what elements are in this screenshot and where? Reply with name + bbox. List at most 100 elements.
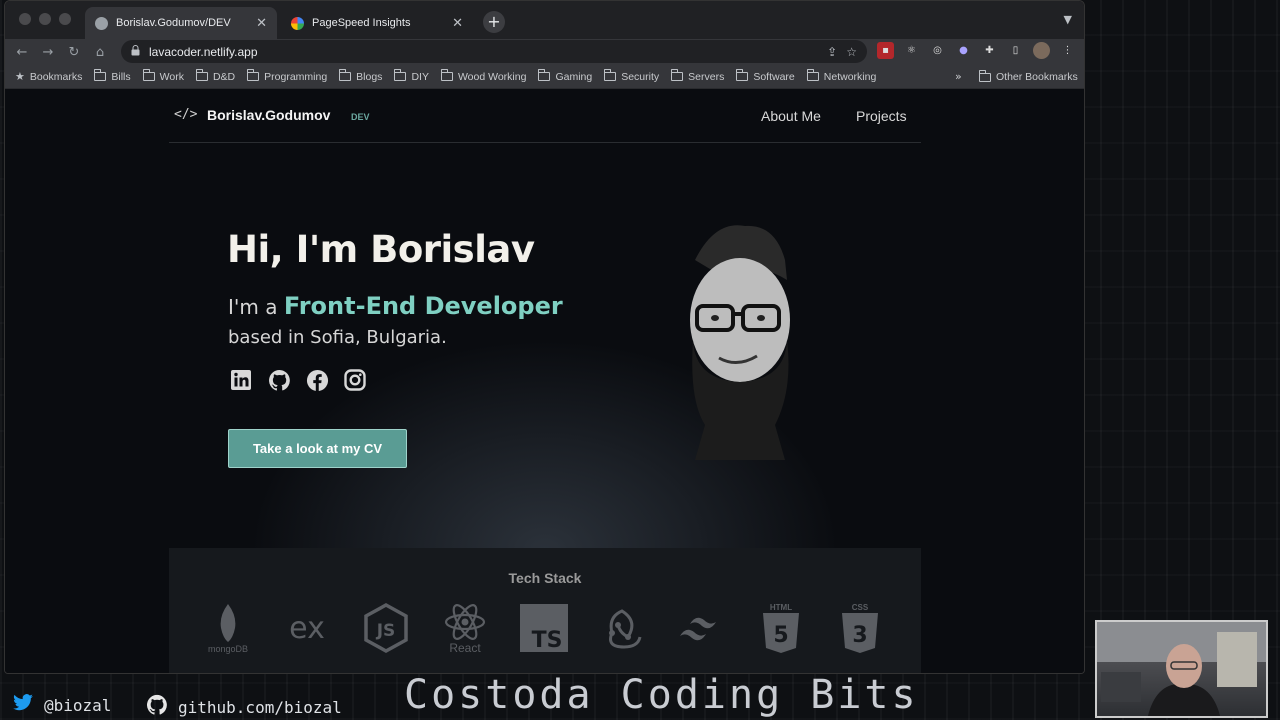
forward-arrow-icon[interactable]: → — [35, 45, 61, 60]
tab-borislav[interactable]: Borislav.Godumov/DEV ✕ — [85, 7, 277, 39]
globe-icon — [95, 16, 108, 30]
folder-icon — [394, 69, 407, 81]
bookmark-folder[interactable]: Security — [604, 69, 659, 83]
star-icon: ★ — [15, 71, 25, 83]
nodejs-icon: JS — [357, 602, 415, 654]
typescript-icon: TS — [515, 602, 573, 654]
folder-icon — [538, 69, 551, 81]
site-header: </> Borislav.Godumov DEV About Me Projec… — [169, 90, 921, 143]
extension-circle-icon[interactable]: ◎ — [929, 42, 946, 59]
svg-text:TS: TS — [532, 628, 563, 653]
folder-icon — [339, 69, 352, 81]
folder-icon — [604, 69, 617, 81]
hero-role: Front-End Developer — [283, 292, 563, 320]
bookmarks-bar: ★ Bookmarks Bills Work D&D Programming B… — [5, 65, 1084, 89]
bookmark-folder[interactable]: D&D — [195, 69, 235, 83]
redux-icon — [594, 602, 652, 654]
close-icon[interactable]: ✕ — [452, 16, 463, 31]
puzzle-icon[interactable]: ✚ — [981, 42, 998, 59]
bookmark-folder[interactable]: Networking — [806, 69, 876, 83]
webcam-overlay — [1095, 620, 1268, 718]
bookmark-bookmarks[interactable]: ★ Bookmarks — [15, 70, 82, 84]
page-viewport: </> Borislav.Godumov DEV About Me Projec… — [5, 90, 1084, 673]
lock-icon — [131, 44, 140, 59]
tab-pagespeed[interactable]: PageSpeed Insights ✕ — [281, 7, 473, 39]
share-icon[interactable]: ⇪ — [827, 45, 837, 59]
folder-icon — [736, 69, 749, 81]
logo-suffix: DEV — [351, 112, 370, 122]
back-arrow-icon[interactable]: ← — [9, 45, 35, 60]
maximize-window-button[interactable] — [59, 13, 71, 25]
address-bar[interactable]: lavacoder.netlify.app ⇪ ☆ — [121, 40, 867, 63]
avatar[interactable] — [1033, 42, 1050, 59]
svg-text:HTML: HTML — [770, 603, 792, 612]
nav-about-me[interactable]: About Me — [761, 108, 821, 124]
svg-text:5: 5 — [773, 623, 788, 648]
github-icon[interactable] — [267, 368, 291, 392]
code-icon: </> — [174, 107, 198, 122]
close-icon[interactable]: ✕ — [256, 16, 267, 31]
bookmark-folder[interactable]: DIY — [394, 69, 429, 83]
profile-photo — [675, 220, 805, 460]
minimize-window-button[interactable] — [39, 13, 51, 25]
extensions-bar: ▪ ⚛ ◎ ● ✚ ▯ ⋮ — [877, 42, 1076, 59]
folder-icon — [671, 69, 684, 81]
instagram-icon[interactable] — [343, 368, 367, 392]
bookmark-folder[interactable]: Gaming — [538, 69, 592, 83]
react-label: React — [449, 641, 481, 654]
site-logo[interactable]: Borislav.Godumov — [207, 107, 330, 123]
html5-icon: HTML 5 — [752, 602, 810, 654]
channel-title: Costoda Coding Bits — [404, 672, 919, 718]
folder-icon — [247, 69, 260, 81]
sidebar-icon[interactable]: ▯ — [1007, 42, 1024, 59]
hero-intro: I'm a Front-End Developer — [228, 292, 563, 320]
twitter-icon — [12, 694, 34, 716]
tailwind-icon — [673, 602, 731, 654]
home-icon[interactable]: ⌂ — [87, 45, 113, 60]
nav-projects[interactable]: Projects — [856, 108, 907, 124]
chevron-down-icon[interactable]: ▼ — [1064, 13, 1072, 26]
folder-icon — [440, 69, 453, 81]
bookmark-folder[interactable]: Servers — [671, 69, 724, 83]
twitter-handle: @biozal — [12, 694, 111, 716]
bookmark-folder[interactable]: Blogs — [339, 69, 382, 83]
browser-toolbar: ← → ↻ ⌂ lavacoder.netlify.app ⇪ ☆ ▪ ⚛ ◎ … — [5, 39, 1084, 65]
tab-title: PageSpeed Insights — [312, 17, 411, 29]
mongodb-label: mongoDB — [208, 644, 248, 654]
facebook-icon[interactable] — [305, 368, 329, 392]
extension-red-icon[interactable]: ▪ — [877, 42, 894, 59]
github-handle: github.com/biozal — [146, 694, 342, 720]
extension-purple-icon[interactable]: ● — [955, 42, 972, 59]
bookmarks-overflow-button[interactable]: » — [955, 70, 962, 83]
new-tab-button[interactable]: + — [483, 11, 505, 33]
folder-icon — [806, 69, 819, 81]
folder-icon — [195, 69, 208, 81]
tab-title: Borislav.Godumov/DEV — [116, 17, 231, 29]
github-icon — [146, 694, 168, 720]
tech-stack-section: Tech Stack mongoDB ex JS React TS HTML 5… — [169, 548, 921, 673]
close-window-button[interactable] — [19, 13, 31, 25]
hero-location: based in Sofia, Bulgaria. — [228, 327, 447, 348]
view-cv-button[interactable]: Take a look at my CV — [228, 429, 407, 468]
mongodb-icon: mongoDB — [199, 602, 257, 654]
svg-text:CSS: CSS — [852, 603, 869, 612]
star-icon[interactable]: ☆ — [846, 45, 857, 59]
tech-stack-title: Tech Stack — [508, 570, 582, 586]
svg-text:3: 3 — [852, 623, 867, 648]
hero-title: Hi, I'm Borislav — [227, 228, 535, 271]
linkedin-icon[interactable] — [229, 368, 253, 392]
bookmark-folder[interactable]: Bills — [94, 69, 131, 83]
kebab-menu-icon[interactable]: ⋮ — [1059, 42, 1076, 59]
bookmark-folder[interactable]: Work — [142, 69, 184, 83]
reload-icon[interactable]: ↻ — [61, 45, 87, 60]
other-bookmarks[interactable]: Other Bookmarks — [979, 69, 1078, 83]
bookmark-folder[interactable]: Software — [736, 69, 795, 83]
window-controls — [19, 13, 71, 25]
tab-strip: Borislav.Godumov/DEV ✕ PageSpeed Insight… — [5, 1, 1084, 39]
browser-window: Borislav.Godumov/DEV ✕ PageSpeed Insight… — [4, 0, 1085, 674]
folder-icon — [94, 69, 107, 81]
bookmark-folder[interactable]: Wood Working — [440, 69, 526, 83]
folder-icon — [142, 69, 155, 81]
bookmark-folder[interactable]: Programming — [247, 69, 327, 83]
react-devtools-icon[interactable]: ⚛ — [903, 42, 920, 59]
